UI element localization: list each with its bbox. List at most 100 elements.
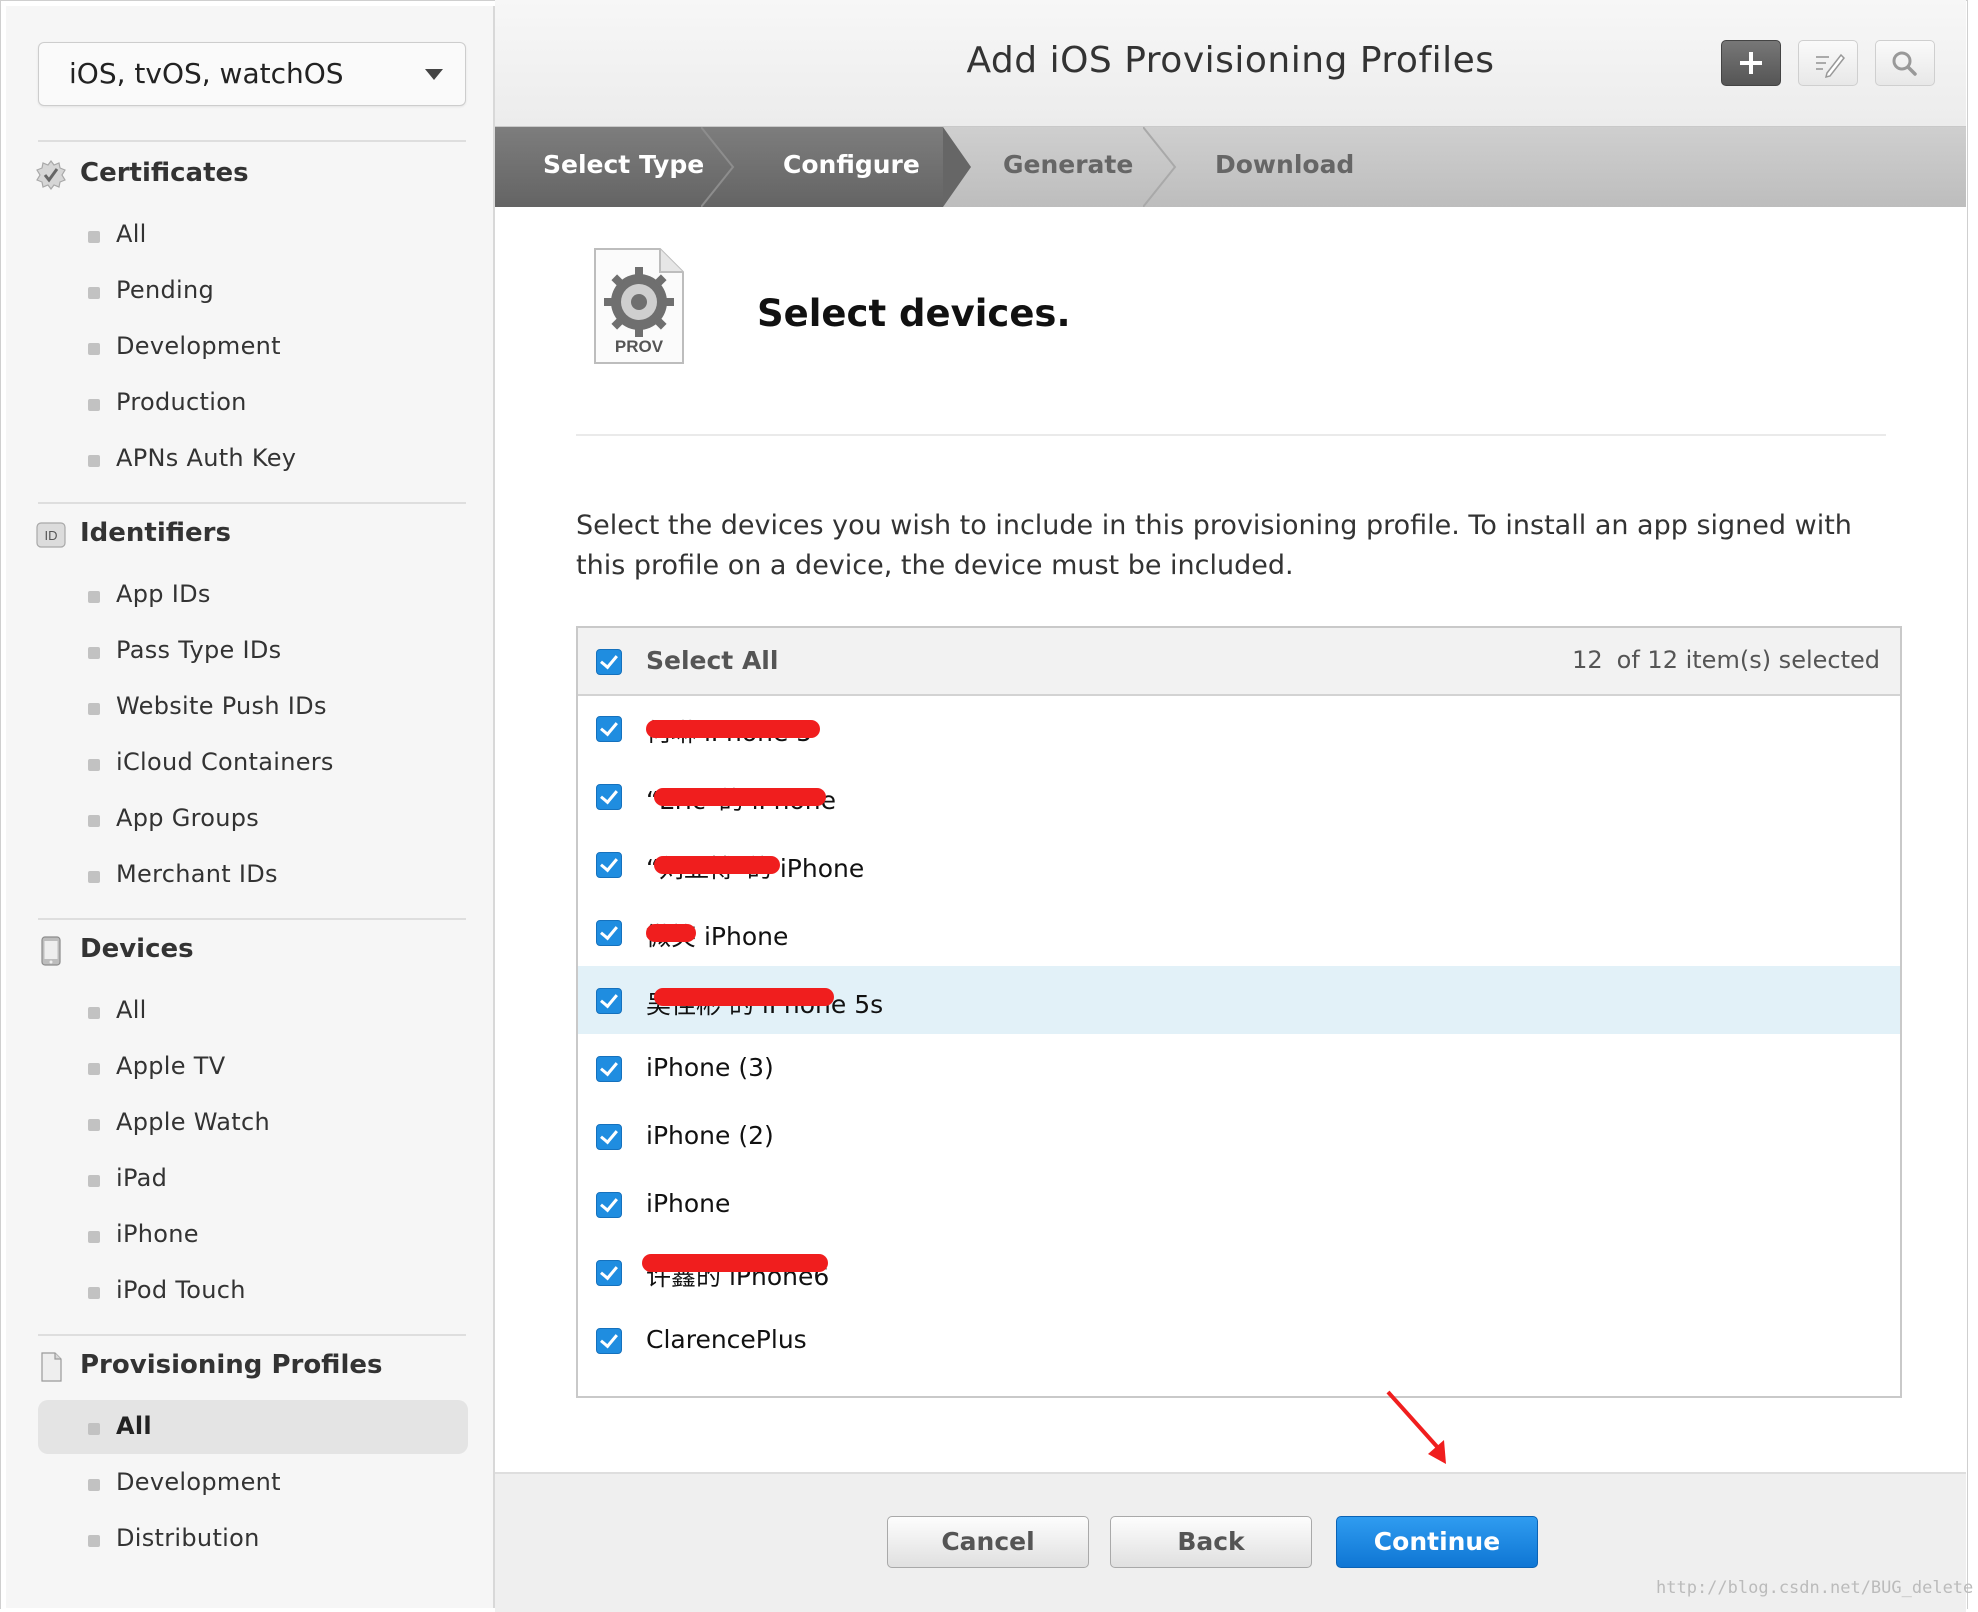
search-icon — [1892, 51, 1917, 76]
device-row[interactable]: “Eric”的 iPhone — [578, 762, 1900, 830]
sidebar-item-profiles-all[interactable]: All — [38, 1400, 468, 1454]
cancel-button[interactable]: Cancel — [887, 1516, 1089, 1568]
select-all-label[interactable]: Select All — [646, 646, 778, 675]
step-progress-bar: Select Type Configure Generate Download — [495, 127, 1966, 207]
sidebar-item-label: Development — [116, 332, 281, 360]
bullet — [88, 1231, 100, 1243]
sidebar-item-development[interactable]: Development — [38, 320, 468, 374]
sidebar-item-label: All — [116, 996, 147, 1024]
sidebar-divider — [38, 502, 466, 504]
search-button[interactable] — [1875, 40, 1935, 86]
sidebar-item-pass-type-ids[interactable]: Pass Type IDs — [38, 624, 468, 678]
sidebar-item-app-groups[interactable]: App Groups — [38, 792, 468, 846]
device-row[interactable]: 许鑫的 iPhone6 — [578, 1238, 1900, 1306]
sidebar-divider — [38, 1334, 466, 1336]
device-checkbox[interactable] — [596, 988, 622, 1014]
select-all-checkbox[interactable] — [596, 649, 622, 675]
sidebar-item-profiles-distribution[interactable]: Distribution — [38, 1512, 468, 1566]
sidebar-item-iphone[interactable]: iPhone — [38, 1208, 468, 1262]
sidebar-item-label: iCloud Containers — [116, 748, 334, 776]
sidebar-item-apple-watch[interactable]: Apple Watch — [38, 1096, 468, 1150]
device-checkbox[interactable] — [596, 1056, 622, 1082]
sidebar-item-production[interactable]: Production — [38, 376, 468, 430]
device-checkbox[interactable] — [596, 920, 622, 946]
redaction-mark — [654, 988, 834, 1006]
device-row[interactable]: iPhone — [578, 1170, 1900, 1238]
provisioning-profile-file-icon: PROV — [594, 248, 684, 364]
device-list-header: Select All 12 of 12 item(s) selected — [578, 628, 1900, 696]
bullet — [88, 1535, 100, 1547]
platform-dropdown[interactable]: iOS, tvOS, watchOS — [38, 42, 466, 106]
sidebar-item-label: APNs Auth Key — [116, 444, 297, 472]
bullet — [88, 343, 100, 355]
sidebar-item-icloud-containers[interactable]: iCloud Containers — [38, 736, 468, 790]
device-checkbox[interactable] — [596, 1260, 622, 1286]
sidebar-item-apple-tv[interactable]: Apple TV — [38, 1040, 468, 1094]
sidebar-item-ipad[interactable]: iPad — [38, 1152, 468, 1206]
device-checkbox[interactable] — [596, 716, 622, 742]
bullet — [88, 647, 100, 659]
sidebar-item-profiles-development[interactable]: Development — [38, 1456, 468, 1510]
annotation-arrow-icon — [1386, 1390, 1446, 1464]
bullet — [88, 231, 100, 243]
edit-button[interactable] — [1798, 40, 1858, 86]
section-title: Certificates — [80, 158, 249, 188]
sidebar-item-label: Production — [116, 388, 247, 416]
bullet — [88, 815, 100, 827]
selected-count: 12 — [1572, 646, 1603, 674]
bullet — [88, 871, 100, 883]
device-row[interactable]: 何琳 iPhone 5 — [578, 694, 1900, 762]
redaction-mark — [646, 720, 820, 738]
device-row[interactable]: 吴佳彬 的 iPhone 5s — [578, 966, 1900, 1034]
device-row[interactable]: iPhone (3) — [578, 1034, 1900, 1102]
device-icon — [41, 936, 61, 966]
sidebar-item-devices-all[interactable]: All — [38, 984, 468, 1038]
bullet — [88, 1423, 100, 1435]
sidebar-item-label: All — [116, 220, 147, 248]
device-list: Select All 12 of 12 item(s) selected 何琳 i… — [576, 626, 1902, 1398]
device-row[interactable]: iPhone (2) — [578, 1102, 1900, 1170]
redaction-mark — [654, 856, 780, 874]
instructions-text: Select the devices you wish to include i… — [576, 510, 1852, 581]
sidebar-divider — [38, 918, 466, 920]
device-checkbox[interactable] — [596, 1124, 622, 1150]
svg-text:ID: ID — [45, 528, 58, 543]
device-checkbox[interactable] — [596, 784, 622, 810]
sidebar-item-label: App IDs — [116, 580, 211, 608]
step-label: Select Type — [543, 150, 705, 179]
device-checkbox[interactable] — [596, 852, 622, 878]
sidebar-item-label: Apple TV — [116, 1052, 226, 1080]
device-checkbox[interactable] — [596, 1328, 622, 1354]
device-name: iPhone — [646, 1189, 731, 1218]
add-button[interactable] — [1721, 40, 1781, 86]
selected-count-suffix: of 12 item(s) selected — [1616, 646, 1880, 674]
back-button[interactable]: Back — [1110, 1516, 1312, 1568]
pencil-icon — [1816, 53, 1845, 79]
device-row[interactable]: ClarencePlus — [578, 1306, 1900, 1374]
device-name: iPhone (3) — [646, 1053, 774, 1082]
sidebar-item-label: Apple Watch — [116, 1108, 270, 1136]
sidebar-item-website-push-ids[interactable]: Website Push IDs — [38, 680, 468, 734]
sidebar-item-ipod-touch[interactable]: iPod Touch — [38, 1264, 468, 1318]
chevron-down-icon — [425, 69, 443, 80]
sidebar-item-label: Distribution — [116, 1524, 260, 1552]
continue-button[interactable]: Continue — [1336, 1516, 1538, 1568]
redaction-mark — [642, 1254, 828, 1272]
sidebar-item-label: Website Push IDs — [116, 692, 327, 720]
bullet — [88, 703, 100, 715]
sidebar-item-label: Merchant IDs — [116, 860, 278, 888]
device-row[interactable]: “刘亚博”的 iPhone — [578, 830, 1900, 898]
sidebar-item-label: App Groups — [116, 804, 260, 832]
device-row[interactable]: 微笑 iPhone — [578, 898, 1900, 966]
device-checkbox[interactable] — [596, 1192, 622, 1218]
device-name: iPhone (2) — [646, 1121, 774, 1150]
sidebar-item-app-ids[interactable]: App IDs — [38, 568, 468, 622]
step-label: Generate — [1003, 150, 1134, 179]
sidebar-item-merchant-ids[interactable]: Merchant IDs — [38, 848, 468, 902]
redaction-mark — [646, 924, 696, 942]
sidebar-item-certificates-all[interactable]: All — [38, 208, 468, 262]
sidebar-item-apns-auth-key[interactable]: APNs Auth Key — [38, 432, 468, 486]
sidebar-item-label: iPhone — [116, 1220, 199, 1248]
sidebar-item-pending[interactable]: Pending — [38, 264, 468, 318]
sidebar-item-label: iPad — [116, 1164, 168, 1192]
